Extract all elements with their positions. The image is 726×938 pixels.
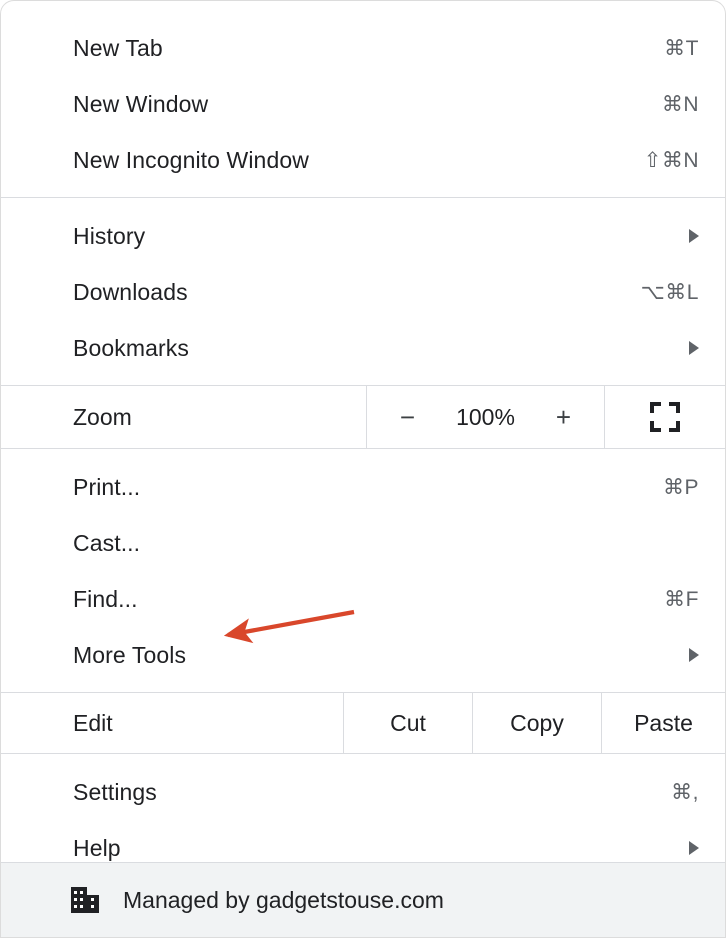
menu-item-shortcut: ⌘P [662,475,699,499]
menu-item-new-window[interactable]: New Window ⌘N [1,76,725,132]
menu-item-find[interactable]: Find... ⌘F [1,571,725,627]
menu-item-label: Settings [73,778,157,805]
copy-button[interactable]: Copy [473,693,601,753]
business-building-icon [71,887,99,913]
menu-section-prefs: Settings ⌘, Help [1,754,725,876]
chrome-main-menu: New Tab ⌘T New Window ⌘N New Incognito W… [0,0,726,938]
menu-item-shortcut: ⌥⌘L [640,280,699,304]
menu-item-label: Find... [73,585,138,612]
menu-item-label: Cast... [73,529,141,556]
managed-by-text: Managed by gadgetstouse.com [123,886,444,913]
paste-button[interactable]: Paste [602,693,725,753]
menu-item-shortcut: ⌘N [661,92,699,116]
menu-item-label: Bookmarks [73,334,189,361]
menu-row-zoom: Zoom − 100% + [1,386,725,448]
menu-item-label: New Tab [73,34,163,61]
menu-item-more-tools[interactable]: More Tools [1,627,725,683]
menu-item-history[interactable]: History [1,208,725,264]
fullscreen-icon [650,402,680,432]
zoom-label: Zoom [73,403,132,430]
fullscreen-button[interactable] [605,386,725,448]
zoom-level-value: 100% [456,403,515,430]
menu-item-label: More Tools [73,641,187,668]
menu-item-new-tab[interactable]: New Tab ⌘T [1,20,725,76]
managed-by-footer: Managed by gadgetstouse.com [1,862,725,937]
menu-item-label: New Window [73,90,209,117]
menu-item-bookmarks[interactable]: Bookmarks [1,320,725,376]
menu-item-label: New Incognito Window [73,146,309,173]
chevron-right-icon [677,341,699,355]
menu-item-shortcut: ⌘, [671,780,699,804]
menu-item-label: Help [73,834,121,861]
menu-item-cast[interactable]: Cast... [1,515,725,571]
menu-item-downloads[interactable]: Downloads ⌥⌘L [1,264,725,320]
menu-item-settings[interactable]: Settings ⌘, [1,764,725,820]
zoom-controls: − 100% + [367,386,604,448]
menu-item-label: Print... [73,473,141,500]
menu-section-browse: History Downloads ⌥⌘L Bookmarks [1,198,725,376]
menu-section-new: New Tab ⌘T New Window ⌘N New Incognito W… [1,1,725,188]
menu-item-shortcut: ⌘T [664,36,699,60]
menu-item-new-incognito-window[interactable]: New Incognito Window ⇧⌘N [1,132,725,188]
chevron-right-icon [677,229,699,243]
chevron-right-icon [677,841,699,855]
zoom-out-button[interactable]: − [395,404,421,430]
menu-row-edit: Edit Cut Copy Paste [1,693,725,753]
menu-item-print[interactable]: Print... ⌘P [1,459,725,515]
edit-label: Edit [73,709,113,736]
chevron-right-icon [677,648,699,662]
menu-item-shortcut: ⇧⌘N [643,148,699,172]
zoom-in-button[interactable]: + [551,404,577,430]
menu-item-shortcut: ⌘F [664,587,699,611]
menu-item-label: History [73,222,146,249]
menu-item-label: Downloads [73,278,188,305]
menu-section-tools: Print... ⌘P Cast... Find... ⌘F More Tool… [1,449,725,683]
cut-button[interactable]: Cut [344,693,472,753]
